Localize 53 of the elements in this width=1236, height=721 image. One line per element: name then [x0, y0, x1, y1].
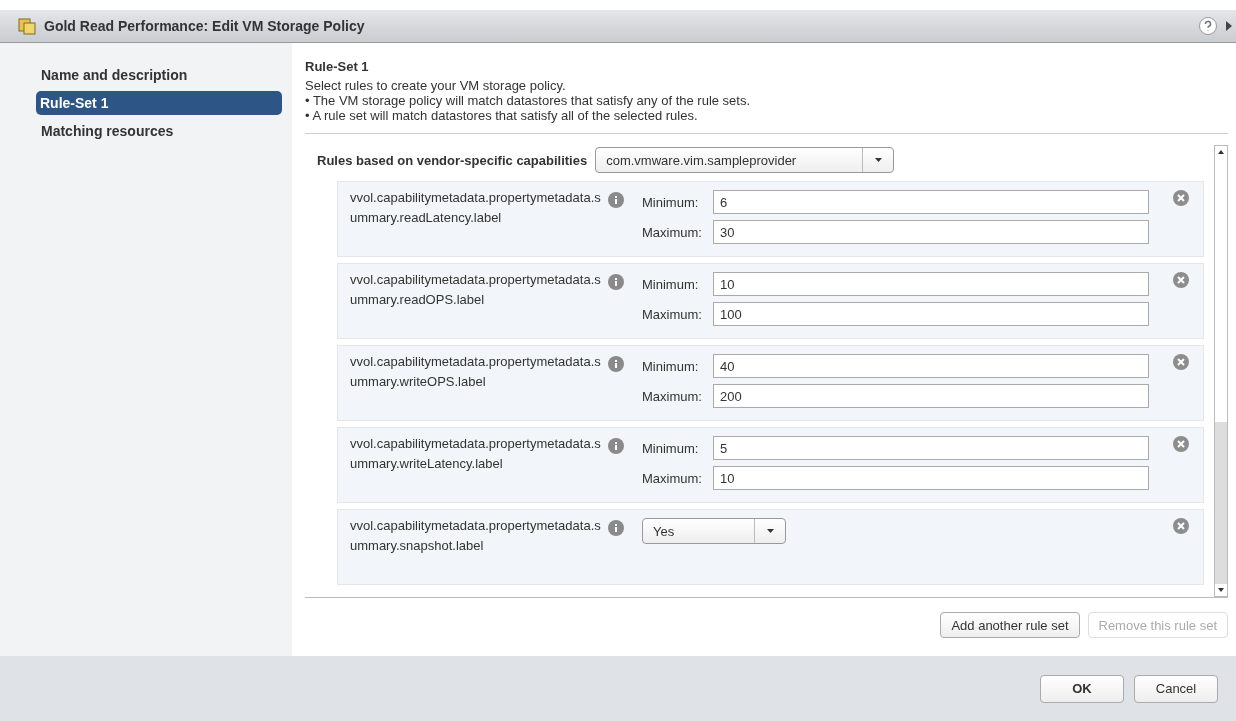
remove-icon[interactable] — [1173, 436, 1189, 452]
rule-name: vvol.capabilitymetadata.propertymetadata.summary.snapshot.label — [350, 517, 602, 555]
minimum-field[interactable]: 40 — [713, 354, 1149, 378]
info-icon[interactable] — [608, 520, 624, 536]
remove-icon[interactable] — [1173, 518, 1189, 534]
minimum-field[interactable]: 10 — [713, 272, 1149, 296]
bullet-text: • A rule set will match datastores that satisfy all of the selected rules. — [305, 108, 699, 123]
minimum-label: Minimum: — [642, 358, 700, 374]
remove-icon[interactable] — [1173, 190, 1189, 206]
maximum-label: Maximum: — [642, 470, 703, 486]
minimum-field[interactable]: 5 — [713, 436, 1149, 460]
info-icon[interactable] — [608, 192, 624, 208]
maximum-label: Maximum: — [642, 306, 703, 322]
ok-button[interactable]: OK — [1040, 674, 1124, 703]
caret-icon — [766, 529, 774, 533]
expand-arrow-icon[interactable] — [1226, 21, 1232, 31]
rule-name: vvol.capabilitymetadata.propertymetadata.summary.readOPS.label — [350, 271, 602, 309]
maximum-field[interactable]: 30 — [713, 220, 1149, 244]
help-icon[interactable] — [1198, 16, 1218, 36]
value-dropdown[interactable]: Yes — [642, 518, 786, 544]
scrollbar[interactable] — [1214, 145, 1228, 597]
maximum-field[interactable]: 100 — [713, 302, 1149, 326]
sidebar-item[interactable]: Rule-Set 1 — [36, 91, 282, 115]
rule-name: vvol.capabilitymetadata.propertymetadata.summary.writeLatency.label — [350, 435, 602, 473]
sidebar-item[interactable]: Matching resources — [37, 119, 282, 143]
window-title: Gold Read Performance: Edit VM Storage Policy — [44, 18, 365, 34]
caret-icon — [874, 158, 882, 162]
maximum-field[interactable]: 200 — [713, 384, 1149, 408]
bullet-text: • The VM storage policy will match datastores that satisfy any of the rule sets. — [305, 93, 752, 108]
remove-icon[interactable] — [1173, 272, 1189, 288]
rule-name: vvol.capabilitymetadata.propertymetadata.summary.readLatency.label — [350, 189, 602, 227]
maximum-label: Maximum: — [642, 388, 703, 404]
scroll-up-icon[interactable] — [1218, 150, 1224, 154]
cancel-button[interactable]: Cancel — [1134, 674, 1218, 703]
minimum-label: Minimum: — [642, 440, 700, 456]
minimum-label: Minimum: — [642, 276, 700, 292]
info-icon[interactable] — [608, 356, 624, 372]
rule-name: vvol.capabilitymetadata.propertymetadata.summary.writeOPS.label — [350, 353, 602, 391]
sidebar-item[interactable]: Name and description — [37, 63, 282, 87]
minimum-field[interactable]: 6 — [713, 190, 1149, 214]
info-icon[interactable] — [608, 274, 624, 290]
intro-text: Select rules to create your VM storage policy. — [305, 78, 567, 93]
scroll-down-icon[interactable] — [1218, 588, 1224, 592]
maximum-label: Maximum: — [642, 224, 703, 240]
maximum-field[interactable]: 10 — [713, 466, 1149, 490]
vendor-label: Rules based on vendor-specific capabilities — [317, 152, 588, 168]
vendor-dropdown[interactable]: com.vmware.vim.sampleprovider — [595, 147, 895, 173]
minimum-label: Minimum: — [642, 194, 700, 210]
info-icon[interactable] — [608, 438, 624, 454]
policy-icon — [18, 17, 36, 35]
add-rule-set-button[interactable]: Add another rule set — [940, 612, 1080, 638]
section-title: Rule-Set 1 — [305, 59, 370, 74]
remove-icon[interactable] — [1173, 354, 1189, 370]
